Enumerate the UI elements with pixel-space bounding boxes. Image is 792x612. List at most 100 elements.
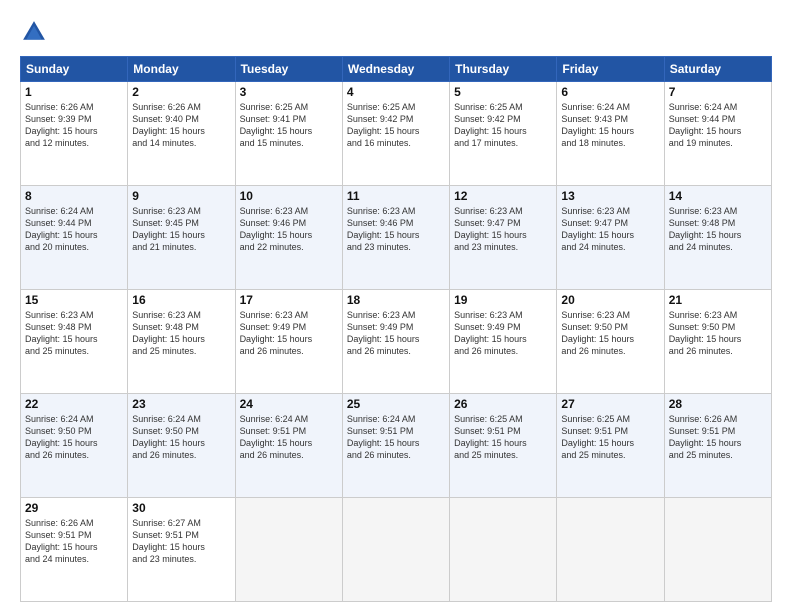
day-number: 10 <box>240 189 338 203</box>
calendar-cell: 28 Sunrise: 6:26 AMSunset: 9:51 PMDayligh… <box>664 394 771 498</box>
calendar-header-thursday: Thursday <box>450 57 557 82</box>
cell-content: Sunrise: 6:23 AMSunset: 9:48 PMDaylight:… <box>669 205 767 254</box>
calendar-cell: 6 Sunrise: 6:24 AMSunset: 9:43 PMDaylight… <box>557 82 664 186</box>
day-number: 28 <box>669 397 767 411</box>
calendar-week-2: 8 Sunrise: 6:24 AMSunset: 9:44 PMDaylight… <box>21 186 772 290</box>
calendar-cell: 27 Sunrise: 6:25 AMSunset: 9:51 PMDayligh… <box>557 394 664 498</box>
day-number: 26 <box>454 397 552 411</box>
cell-content: Sunrise: 6:25 AMSunset: 9:51 PMDaylight:… <box>561 413 659 462</box>
day-number: 16 <box>132 293 230 307</box>
cell-content: Sunrise: 6:23 AMSunset: 9:47 PMDaylight:… <box>454 205 552 254</box>
day-number: 22 <box>25 397 123 411</box>
calendar-week-4: 22 Sunrise: 6:24 AMSunset: 9:50 PMDayligh… <box>21 394 772 498</box>
calendar-cell: 2 Sunrise: 6:26 AMSunset: 9:40 PMDaylight… <box>128 82 235 186</box>
day-number: 12 <box>454 189 552 203</box>
calendar-cell: 8 Sunrise: 6:24 AMSunset: 9:44 PMDaylight… <box>21 186 128 290</box>
calendar-cell <box>557 498 664 602</box>
day-number: 7 <box>669 85 767 99</box>
calendar-header-wednesday: Wednesday <box>342 57 449 82</box>
day-number: 19 <box>454 293 552 307</box>
day-number: 13 <box>561 189 659 203</box>
day-number: 11 <box>347 189 445 203</box>
calendar-cell: 30 Sunrise: 6:27 AMSunset: 9:51 PMDayligh… <box>128 498 235 602</box>
day-number: 23 <box>132 397 230 411</box>
day-number: 30 <box>132 501 230 515</box>
calendar-cell: 19 Sunrise: 6:23 AMSunset: 9:49 PMDayligh… <box>450 290 557 394</box>
day-number: 3 <box>240 85 338 99</box>
day-number: 6 <box>561 85 659 99</box>
cell-content: Sunrise: 6:23 AMSunset: 9:48 PMDaylight:… <box>25 309 123 358</box>
calendar-cell: 1 Sunrise: 6:26 AMSunset: 9:39 PMDaylight… <box>21 82 128 186</box>
calendar-cell <box>664 498 771 602</box>
calendar-cell: 18 Sunrise: 6:23 AMSunset: 9:49 PMDayligh… <box>342 290 449 394</box>
cell-content: Sunrise: 6:23 AMSunset: 9:50 PMDaylight:… <box>669 309 767 358</box>
cell-content: Sunrise: 6:24 AMSunset: 9:51 PMDaylight:… <box>347 413 445 462</box>
cell-content: Sunrise: 6:23 AMSunset: 9:50 PMDaylight:… <box>561 309 659 358</box>
cell-content: Sunrise: 6:24 AMSunset: 9:44 PMDaylight:… <box>25 205 123 254</box>
calendar-cell: 3 Sunrise: 6:25 AMSunset: 9:41 PMDaylight… <box>235 82 342 186</box>
day-number: 2 <box>132 85 230 99</box>
day-number: 21 <box>669 293 767 307</box>
calendar-cell: 14 Sunrise: 6:23 AMSunset: 9:48 PMDayligh… <box>664 186 771 290</box>
calendar-cell: 4 Sunrise: 6:25 AMSunset: 9:42 PMDaylight… <box>342 82 449 186</box>
calendar-header-saturday: Saturday <box>664 57 771 82</box>
day-number: 8 <box>25 189 123 203</box>
cell-content: Sunrise: 6:25 AMSunset: 9:41 PMDaylight:… <box>240 101 338 150</box>
calendar-cell: 16Sunrise: 6:23 AMSunset: 9:48 PMDayligh… <box>128 290 235 394</box>
header <box>20 18 772 46</box>
calendar-week-5: 29 Sunrise: 6:26 AMSunset: 9:51 PMDayligh… <box>21 498 772 602</box>
day-number: 14 <box>669 189 767 203</box>
cell-content: Sunrise: 6:24 AMSunset: 9:43 PMDaylight:… <box>561 101 659 150</box>
day-number: 1 <box>25 85 123 99</box>
calendar-cell: 5Sunrise: 6:25 AMSunset: 9:42 PMDaylight… <box>450 82 557 186</box>
logo <box>20 18 52 46</box>
cell-content: Sunrise: 6:24 AMSunset: 9:44 PMDaylight:… <box>669 101 767 150</box>
calendar-header-friday: Friday <box>557 57 664 82</box>
calendar-cell: 7 Sunrise: 6:24 AMSunset: 9:44 PMDaylight… <box>664 82 771 186</box>
cell-content: Sunrise: 6:25 AMSunset: 9:51 PMDaylight:… <box>454 413 552 462</box>
calendar-cell <box>342 498 449 602</box>
calendar-cell: 15 Sunrise: 6:23 AMSunset: 9:48 PMDayligh… <box>21 290 128 394</box>
day-number: 29 <box>25 501 123 515</box>
calendar-cell <box>235 498 342 602</box>
calendar-cell <box>450 498 557 602</box>
calendar-header-row: SundayMondayTuesdayWednesdayThursdayFrid… <box>21 57 772 82</box>
calendar-header-sunday: Sunday <box>21 57 128 82</box>
day-number: 18 <box>347 293 445 307</box>
calendar-cell: 13 Sunrise: 6:23 AMSunset: 9:47 PMDayligh… <box>557 186 664 290</box>
day-number: 20 <box>561 293 659 307</box>
calendar-cell: 20 Sunrise: 6:23 AMSunset: 9:50 PMDayligh… <box>557 290 664 394</box>
day-number: 25 <box>347 397 445 411</box>
calendar-table: SundayMondayTuesdayWednesdayThursdayFrid… <box>20 56 772 602</box>
cell-content: Sunrise: 6:23 AMSunset: 9:49 PMDaylight:… <box>240 309 338 358</box>
day-number: 17 <box>240 293 338 307</box>
calendar-cell: 11 Sunrise: 6:23 AMSunset: 9:46 PMDayligh… <box>342 186 449 290</box>
cell-content: Sunrise: 6:24 AMSunset: 9:50 PMDaylight:… <box>132 413 230 462</box>
cell-content: Sunrise: 6:23 AMSunset: 9:46 PMDaylight:… <box>347 205 445 254</box>
cell-content: Sunrise: 6:26 AMSunset: 9:51 PMDaylight:… <box>669 413 767 462</box>
cell-content: Sunrise: 6:24 AMSunset: 9:51 PMDaylight:… <box>240 413 338 462</box>
calendar-cell: 10 Sunrise: 6:23 AMSunset: 9:46 PMDayligh… <box>235 186 342 290</box>
logo-icon <box>20 18 48 46</box>
calendar-cell: 21 Sunrise: 6:23 AMSunset: 9:50 PMDayligh… <box>664 290 771 394</box>
day-number: 15 <box>25 293 123 307</box>
calendar-cell: 9Sunrise: 6:23 AMSunset: 9:45 PMDaylight… <box>128 186 235 290</box>
cell-content: Sunrise: 6:23 AMSunset: 9:49 PMDaylight:… <box>454 309 552 358</box>
day-number: 9 <box>132 189 230 203</box>
day-number: 27 <box>561 397 659 411</box>
cell-content: Sunrise: 6:26 AMSunset: 9:51 PMDaylight:… <box>25 517 123 566</box>
cell-content: Sunrise: 6:26 AMSunset: 9:39 PMDaylight:… <box>25 101 123 150</box>
cell-content: Sunrise: 6:25 AMSunset: 9:42 PMDaylight:… <box>454 101 552 150</box>
cell-content: Sunrise: 6:26 AMSunset: 9:40 PMDaylight:… <box>132 101 230 150</box>
calendar-cell: 17 Sunrise: 6:23 AMSunset: 9:49 PMDayligh… <box>235 290 342 394</box>
calendar-header-tuesday: Tuesday <box>235 57 342 82</box>
day-number: 4 <box>347 85 445 99</box>
calendar-cell: 23 Sunrise: 6:24 AMSunset: 9:50 PMDayligh… <box>128 394 235 498</box>
calendar-week-3: 15 Sunrise: 6:23 AMSunset: 9:48 PMDayligh… <box>21 290 772 394</box>
page: SundayMondayTuesdayWednesdayThursdayFrid… <box>0 0 792 612</box>
cell-content: Sunrise: 6:27 AMSunset: 9:51 PMDaylight:… <box>132 517 230 566</box>
cell-content: Sunrise: 6:23 AMSunset: 9:46 PMDaylight:… <box>240 205 338 254</box>
cell-content: Sunrise: 6:25 AMSunset: 9:42 PMDaylight:… <box>347 101 445 150</box>
cell-content: Sunrise: 6:23 AMSunset: 9:47 PMDaylight:… <box>561 205 659 254</box>
cell-content: Sunrise: 6:23 AMSunset: 9:49 PMDaylight:… <box>347 309 445 358</box>
